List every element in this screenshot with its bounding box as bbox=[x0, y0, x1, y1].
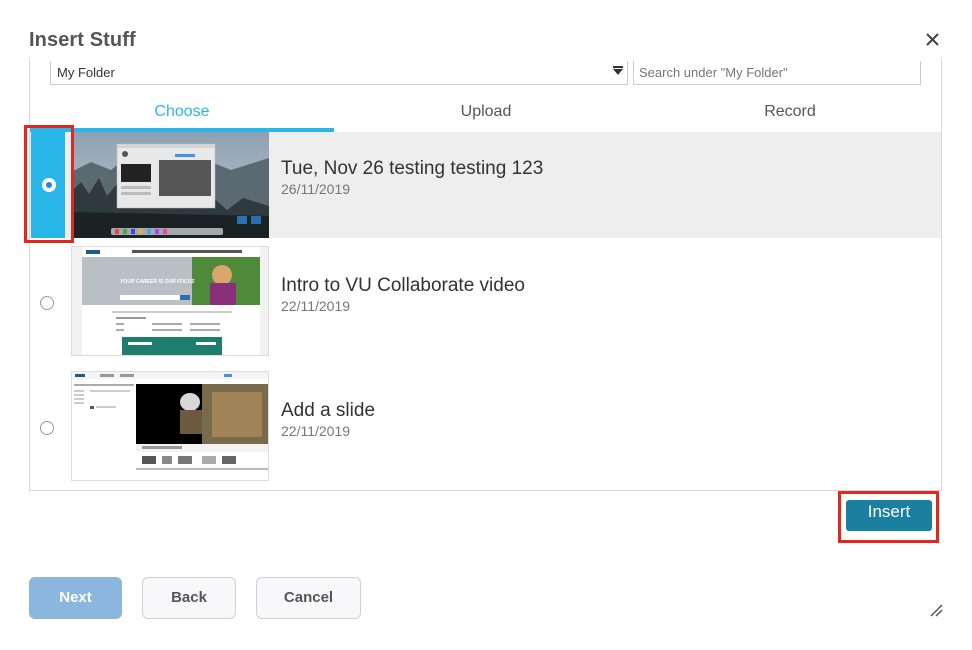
back-button[interactable]: Back bbox=[142, 577, 236, 619]
cancel-button[interactable]: Cancel bbox=[256, 577, 361, 619]
item-title[interactable]: Intro to VU Collaborate video bbox=[281, 275, 525, 297]
desktop-screenshot-thumbnail bbox=[71, 132, 269, 238]
video-thumbnail[interactable] bbox=[71, 132, 269, 238]
tab-record[interactable]: Record bbox=[638, 98, 941, 132]
list-item[interactable]: Add a slide 22/11/2019 bbox=[30, 363, 941, 488]
thumbnail-banner-text: YOUR CAREER IS OUR FOCUS bbox=[120, 279, 195, 285]
tab-choose[interactable]: Choose bbox=[30, 98, 334, 132]
website-screenshot-thumbnail: YOUR CAREER IS OUR FOCUS bbox=[72, 247, 268, 355]
item-title[interactable]: Tue, Nov 26 testing testing 123 bbox=[281, 158, 543, 180]
item-date: 22/11/2019 bbox=[281, 423, 351, 439]
close-button[interactable] bbox=[922, 29, 944, 51]
folder-select[interactable]: My Folder bbox=[50, 61, 628, 85]
select-radio[interactable] bbox=[40, 421, 54, 435]
content-panel: My Folder Choose Upload Record bbox=[29, 58, 942, 491]
radio-cell[interactable] bbox=[30, 238, 66, 363]
folder-select-value: My Folder bbox=[57, 65, 115, 80]
tab-bar: Choose Upload Record bbox=[30, 98, 941, 132]
radio-cell[interactable] bbox=[30, 363, 66, 488]
slide-editor-thumbnail bbox=[72, 372, 268, 480]
dropdown-caret-icon bbox=[613, 66, 623, 68]
video-thumbnail[interactable] bbox=[71, 371, 269, 481]
dialog-title: Insert Stuff bbox=[29, 29, 136, 51]
select-radio[interactable] bbox=[40, 296, 54, 310]
item-title[interactable]: Add a slide bbox=[281, 400, 375, 422]
resize-handle-icon[interactable] bbox=[929, 603, 943, 617]
item-date: 22/11/2019 bbox=[281, 298, 351, 314]
tab-upload[interactable]: Upload bbox=[334, 98, 638, 132]
next-button[interactable]: Next bbox=[29, 577, 122, 619]
search-input[interactable] bbox=[633, 61, 921, 85]
list-item[interactable]: YOUR CAREER IS OUR FOCUS Intro to VU Col… bbox=[30, 238, 941, 363]
select-radio[interactable] bbox=[42, 178, 56, 192]
insert-stuff-dialog: Insert Stuff My Folder Choose Upload Rec… bbox=[0, 0, 972, 650]
close-icon bbox=[926, 33, 939, 46]
video-thumbnail[interactable]: YOUR CAREER IS OUR FOCUS bbox=[71, 246, 269, 356]
list-item[interactable]: Tue, Nov 26 testing testing 123 26/11/20… bbox=[30, 132, 941, 238]
item-date: 26/11/2019 bbox=[281, 181, 351, 197]
insert-button[interactable]: Insert bbox=[846, 500, 932, 531]
radio-cell[interactable] bbox=[31, 132, 65, 238]
